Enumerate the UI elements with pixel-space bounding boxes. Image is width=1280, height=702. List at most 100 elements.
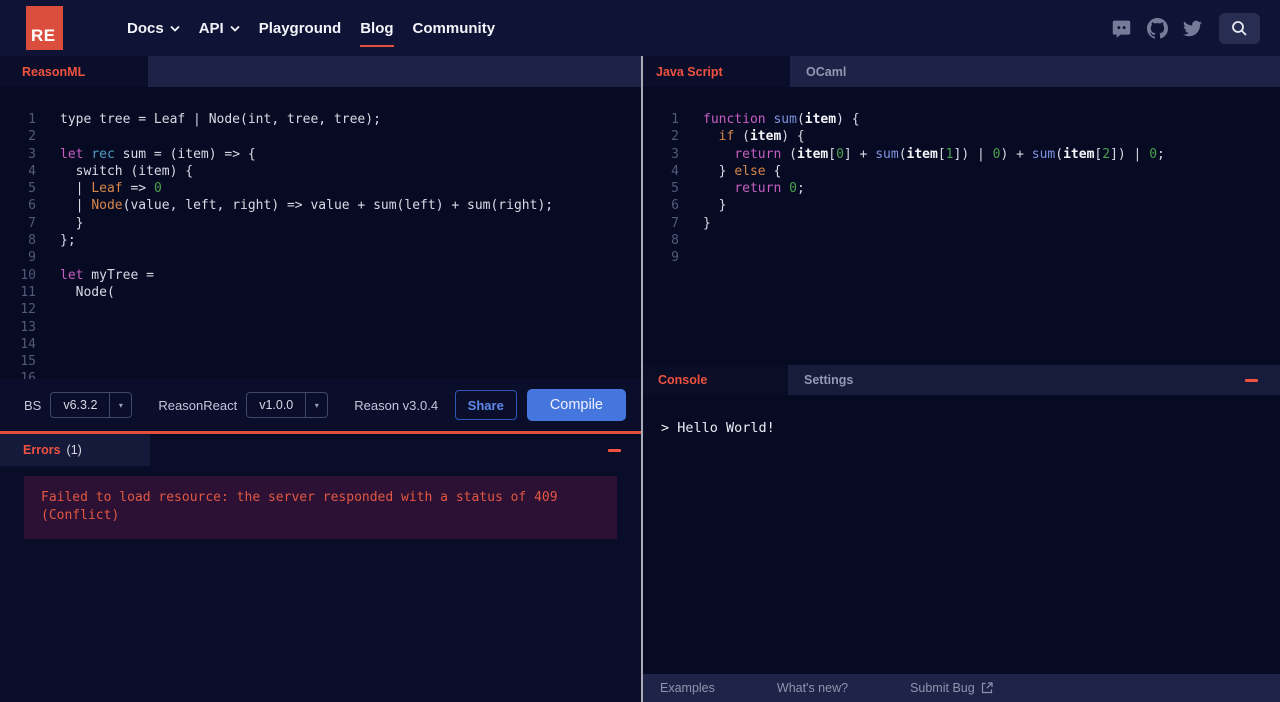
line-number: 10 <box>20 267 36 283</box>
line-number: 12 <box>20 302 36 318</box>
line-number: 16 <box>20 371 36 379</box>
share-button[interactable]: Share <box>454 390 517 420</box>
code-lines: type tree = Leaf | Node(int, tree, tree)… <box>60 111 553 379</box>
tab-javascript[interactable]: Java Script <box>643 56 790 87</box>
header-social-links <box>1096 12 1260 44</box>
top-nav-bar: RE Docs API Playground Blog Community <box>0 0 1280 56</box>
search-icon <box>1232 20 1247 36</box>
reason-panel: ReasonML 123456789101112131415161718type… <box>0 56 641 702</box>
nav-label: Blog <box>360 19 394 37</box>
examples-link[interactable]: Examples <box>660 681 715 695</box>
chevron-down-icon: ▾ <box>109 393 131 417</box>
submit-bug-link[interactable]: Submit Bug <box>910 681 993 695</box>
main-area: ReasonML 1 234 567 89 1011 121314 1516 1 7 1 8 type… <box>0 56 1280 702</box>
nav-item-blog[interactable]: Blog <box>360 16 394 47</box>
reason-editor[interactable]: 123456789101112131415161718type tree = L… <box>0 87 641 379</box>
nav-item-api[interactable]: API <box>199 16 240 41</box>
chevron-down-icon: ▾ <box>305 393 327 417</box>
collapse-console-icon[interactable] <box>1245 378 1258 382</box>
tab-label: Console <box>658 373 708 387</box>
output-panel: Java Script OCaml 1 2 3 4 5 6 7 8 9 function sum(… <box>643 56 1280 702</box>
playground-app: RE Docs API Playground Blog Community Re… <box>0 0 1280 702</box>
github-icon[interactable] <box>1147 17 1168 39</box>
line-number-gutter: 1 234 567 89 <box>643 111 679 365</box>
errors-title: Errors <box>23 443 61 457</box>
line-number: 2 <box>671 129 679 145</box>
line-number: 8 <box>28 233 36 249</box>
line-number: 2 <box>28 129 36 145</box>
nav-label: Playground <box>258 19 342 37</box>
nav-item-community[interactable]: Community <box>413 16 496 41</box>
code-line: } <box>703 215 711 231</box>
code-line: let rec sum = (item) => { <box>60 146 256 162</box>
discord-icon[interactable] <box>1111 18 1132 39</box>
code-line: function sum(item) { <box>703 112 860 127</box>
javascript-editor[interactable]: 1 2 3 4 5 6 7 8 9 function sum(item) { if (item) … <box>643 87 1280 365</box>
line-number: 6 <box>671 198 679 214</box>
line-number: 8 <box>671 233 679 249</box>
collapse-errors-icon[interactable] <box>608 448 621 452</box>
code-line: | Node(value, left, right) => value + su… <box>60 198 554 214</box>
code-line: Node( <box>60 284 115 300</box>
reasonreact-label: ReasonReact <box>158 397 238 413</box>
bs-version-value: v6.3.2 <box>63 398 98 412</box>
tab-settings[interactable]: Settings <box>788 365 869 395</box>
compile-button[interactable]: Compile <box>526 389 626 421</box>
twitter-icon[interactable] <box>1183 19 1202 38</box>
logo-text: RE <box>31 26 56 45</box>
line-number: 5 <box>671 181 679 197</box>
console-log-line: > Hello World! <box>661 420 775 436</box>
console-output: > Hello World! <box>643 395 1280 674</box>
line-number: 5 <box>28 181 36 197</box>
line-number: 9 <box>28 250 36 266</box>
link-label: Examples <box>660 681 715 695</box>
tab-label: OCaml <box>806 64 847 79</box>
code-line: return 0; <box>734 181 805 197</box>
nav-item-playground[interactable]: Playground <box>259 16 342 41</box>
reasonreact-version-select[interactable]: v1.0.0 ▾ <box>246 392 329 418</box>
link-label: Submit Bug <box>910 681 975 695</box>
playground-footer: Examples What's new? Submit Bug <box>643 674 1280 702</box>
code-line: } <box>703 198 727 214</box>
nav-label: Community <box>412 19 496 37</box>
code-line: let myTree = <box>60 267 154 283</box>
line-number: 4 <box>671 163 679 179</box>
nav-item-docs[interactable]: Docs <box>127 16 180 41</box>
code-line: | Leaf => 0 <box>60 181 162 197</box>
code-line: switch (item) { <box>60 163 194 179</box>
line-number: 3 <box>28 146 36 162</box>
tab-label: ReasonML <box>22 64 86 79</box>
whats-new-link[interactable]: What's new? <box>777 681 848 695</box>
bs-label: BS <box>24 397 42 413</box>
tab-console[interactable]: Console <box>643 365 788 395</box>
tab-reasonml[interactable]: ReasonML <box>0 56 148 87</box>
error-message: Failed to load resource: the server resp… <box>24 476 617 539</box>
output-tabbar: Java Script OCaml <box>643 56 1280 87</box>
reason-version-text: Reason v3.0.4 <box>354 397 439 413</box>
line-number: 1 <box>671 112 679 127</box>
chevron-down-icon <box>230 25 240 32</box>
compiler-toolbar: BS v6.3.2 ▾ ReasonReact v1.0.0 ▾ Reason … <box>0 379 641 431</box>
line-number: 7 <box>671 215 679 231</box>
console-tabbar: Console Settings <box>643 365 1280 395</box>
main-nav: Docs API Playground Blog Community <box>127 16 496 47</box>
bs-version-select[interactable]: v6.3.2 ▾ <box>50 392 133 418</box>
reasonreact-version-value: v1.0.0 <box>259 398 294 412</box>
line-number: 11 <box>20 284 36 300</box>
line-number: 7 <box>28 215 36 231</box>
code-line: } else { <box>703 163 782 179</box>
tab-ocaml[interactable]: OCaml <box>790 56 862 87</box>
reason-tabbar: ReasonML <box>0 56 641 87</box>
search-button[interactable] <box>1219 12 1260 44</box>
reason-logo[interactable]: RE <box>26 6 63 50</box>
tab-errors[interactable]: Errors (1) <box>0 434 150 466</box>
line-number: 9 <box>671 250 679 266</box>
line-number: 3 <box>671 146 679 162</box>
